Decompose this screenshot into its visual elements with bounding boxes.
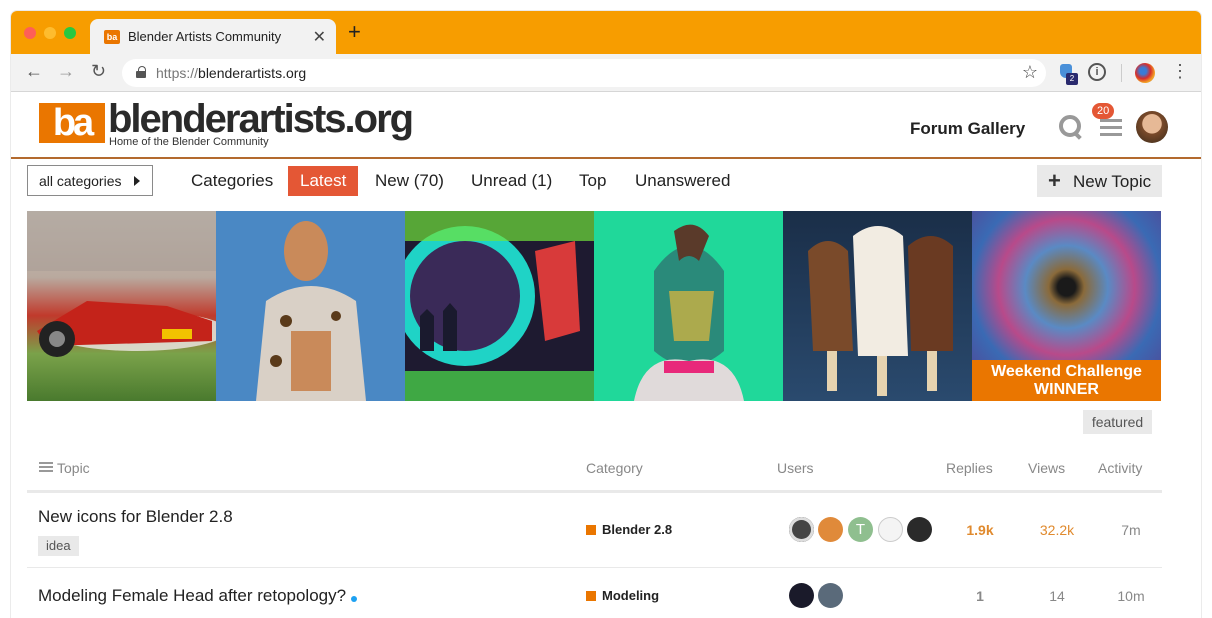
featured-tag[interactable]: featured [1083,410,1152,434]
search-icon[interactable] [1059,115,1083,139]
topic-title[interactable]: Modeling Female Head after retopology? [38,586,346,606]
unread-indicator-dot [351,596,357,602]
user-avatar-dark-ring[interactable] [789,517,814,542]
toolbar-divider [1121,64,1122,82]
replies-count: 1.9k [966,522,994,538]
close-window-button[interactable] [24,27,36,39]
close-tab-icon[interactable]: ✕ [313,27,326,47]
new-topic-label: New Topic [1073,172,1152,191]
hamburger-menu-icon[interactable] [1100,119,1122,137]
site-tagline: Home of the Blender Community [109,136,269,148]
nav-categories[interactable]: Categories [179,166,285,196]
views-count: 32.2k [1039,522,1075,538]
topic-tag[interactable]: idea [38,536,79,556]
challenge-line-1: Weekend Challenge [991,363,1142,380]
zoom-window-button[interactable] [64,27,76,39]
user-avatar-sketch[interactable] [878,517,903,542]
category-color-swatch [586,591,596,601]
column-header-views[interactable]: Views [1028,460,1065,476]
nav-unanswered[interactable]: Unanswered [623,166,742,196]
character-illustration [256,221,366,401]
featured-banner: Weekend Challenge WINNER [27,211,1162,401]
featured-image-portrait[interactable] [594,211,783,401]
minimize-window-button[interactable] [44,27,56,39]
user-avatar-orange-character[interactable] [818,517,843,542]
weekend-challenge-caption: Weekend Challenge WINNER [972,360,1161,401]
category-dropdown[interactable]: all categories [27,165,153,196]
category-label: Modeling [602,588,660,603]
reload-icon[interactable]: ↻ [91,62,106,80]
category-color-swatch [586,525,596,535]
replies-count: 1 [976,588,984,604]
site-favicon-icon: ba [104,30,120,44]
featured-image-ice-cream[interactable] [783,211,972,401]
column-header-users[interactable]: Users [777,460,814,476]
nav-top[interactable]: Top [567,166,618,196]
browser-toolbar: ← → ↻ https://blenderartists.org ☆ 2 i ⋮ [11,54,1201,92]
ice-cream-illustration [808,226,953,396]
notification-badge[interactable]: 20 [1092,103,1115,119]
topic-title[interactable]: New icons for Blender 2.8 [38,507,233,527]
plus-icon: + [1048,168,1061,193]
browser-tab-strip: ba Blender Artists Community ✕ + [11,11,1201,54]
portrait-illustration [634,224,744,401]
table-header-divider [27,490,1162,493]
browser-menu-icon[interactable]: ⋮ [1171,62,1189,80]
featured-image-character[interactable] [216,211,405,401]
new-topic-button[interactable]: + New Topic [1037,165,1162,197]
forum-gallery-link[interactable]: Forum Gallery [910,119,1025,139]
nav-new[interactable]: New (70) [363,166,456,196]
featured-image-weekend-challenge[interactable]: Weekend Challenge WINNER [972,211,1161,401]
race-car-illustration [27,211,216,357]
forward-arrow-icon[interactable]: → [57,62,75,80]
back-arrow-icon[interactable]: ← [25,62,43,80]
user-avatar-dark-sphere[interactable] [789,583,814,608]
category-dropdown-label: all categories [39,173,122,189]
cats-illustration [405,211,594,401]
views-count: 14 [1049,588,1065,604]
current-user-avatar[interactable] [1136,111,1168,143]
bookmark-star-icon[interactable]: ☆ [1022,62,1038,83]
nav-unread[interactable]: Unread (1) [459,166,564,196]
password-manager-extension-icon[interactable]: 2 [1058,63,1078,85]
profile-icon[interactable] [1135,63,1155,83]
challenge-line-2: WINNER [1034,381,1099,398]
category-label: Blender 2.8 [602,522,673,537]
featured-image-race-car[interactable] [27,211,216,401]
tab-title: Blender Artists Community [128,29,282,44]
featured-image-cats[interactable] [405,211,594,401]
column-header-replies[interactable]: Replies [946,460,993,476]
url-host: blenderartists.org [198,65,307,81]
url-text: https://blenderartists.org [156,65,306,81]
new-tab-button[interactable]: + [348,21,361,43]
browser-tab-active[interactable]: ba Blender Artists Community ✕ [90,19,336,54]
nav-latest[interactable]: Latest [288,166,359,196]
row-divider [27,567,1162,568]
list-icon [39,462,53,474]
user-avatar-sunglasses[interactable] [818,583,843,608]
caret-right-icon [134,176,140,186]
user-avatar-dark-portrait[interactable] [907,517,932,542]
site-logo-mark[interactable]: ba [39,103,105,143]
user-avatar-letter[interactable]: T [848,517,873,542]
address-bar[interactable]: https://blenderartists.org ☆ [122,59,1046,87]
column-header-category[interactable]: Category [586,460,643,476]
site-header: ba blenderartists.org Home of the Blende… [11,93,1201,159]
url-scheme: https:// [156,65,199,81]
info-extension-icon[interactable]: i [1088,63,1106,81]
extension-badge: 2 [1066,73,1078,85]
lock-icon [136,66,146,78]
column-header-activity[interactable]: Activity [1098,460,1142,476]
column-header-topic[interactable]: Topic [57,460,90,476]
category-badge[interactable]: Blender 2.8 [586,522,672,537]
category-badge[interactable]: Modeling [586,588,659,603]
activity-time[interactable]: 7m [1101,522,1161,538]
activity-time[interactable]: 10m [1101,588,1161,604]
